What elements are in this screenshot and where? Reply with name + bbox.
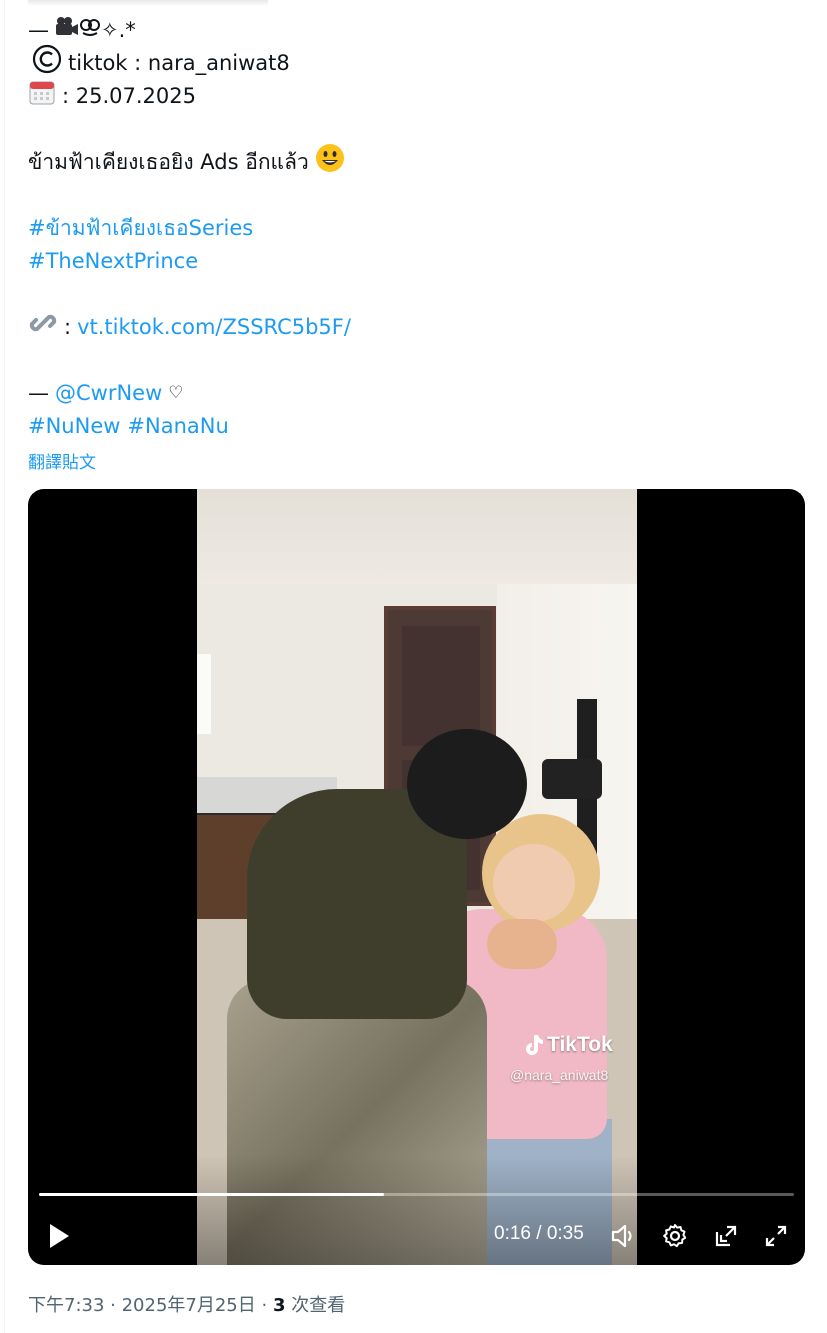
volume-button[interactable] — [609, 1220, 641, 1252]
copyright-line: tiktok : nara_aniwat8 — [28, 44, 798, 80]
post-meta: 下午7:33 · 2025年7月25日 · 3 次查看 — [28, 1291, 345, 1317]
dash: — — [28, 18, 49, 42]
credit-line: — @CwrNew ♡ — [28, 377, 798, 410]
post-timestamp[interactable]: 下午7:33 · 2025年7月25日 · — [28, 1295, 267, 1316]
mention-link[interactable]: @CwrNew — [55, 377, 162, 410]
translate-post-link[interactable]: 翻譯貼文 — [28, 448, 96, 473]
hashtag-nananu-link[interactable]: #NanaNu — [127, 410, 228, 443]
timeline-border — [4, 0, 5, 1333]
header-line: — ✧.* — [28, 14, 798, 47]
heart-text: ♡ — [168, 383, 184, 403]
picture-in-picture-button[interactable] — [710, 1220, 742, 1252]
caption-line: ข้ามฟ้าเคียงเธอยิง Ads อีกแล้ว — [28, 143, 798, 179]
time-readout: 0:16 / 0:35 — [494, 1223, 584, 1245]
hashtag-line-1: #ข้ามฟ้าเคียงเธอSeries — [28, 212, 798, 245]
settings-button[interactable] — [659, 1220, 691, 1252]
settings-icon — [663, 1224, 687, 1248]
hashtag-prince-link[interactable]: #TheNextPrince — [28, 245, 198, 278]
fullscreen-icon — [765, 1225, 787, 1247]
play-button[interactable] — [42, 1219, 76, 1253]
date-line: : 25.07.2025 — [28, 80, 798, 113]
views-count: 3 — [272, 1295, 286, 1316]
play-icon — [50, 1224, 69, 1248]
previous-content-edge — [28, 0, 268, 6]
credit-dash: — — [28, 381, 49, 405]
link-line: : vt.tiktok.com/ZSSRC5b5F/ — [28, 311, 798, 344]
progress-fill — [39, 1193, 385, 1196]
hashtag-series-link[interactable]: #ข้ามฟ้าเคียงเธอSeries — [28, 212, 253, 245]
hashtag-line-3: #NuNew #NanaNu — [28, 410, 798, 443]
views-label: 次查看 — [291, 1295, 346, 1316]
tiktok-watermark-brand: TikTok — [547, 1033, 613, 1056]
video-frame: TikTok @nara_aniwat8 — [197, 489, 637, 1265]
time-separator: / — [536, 1223, 542, 1244]
tweet-text: — ✧.* tiktok : nara_aniwat8 : 25.07.2025… — [28, 14, 798, 443]
duration: 0:35 — [546, 1223, 584, 1244]
pip-icon — [715, 1225, 737, 1247]
grinning-face-icon — [315, 143, 345, 183]
date-text: : 25.07.2025 — [62, 84, 196, 108]
link-icon — [28, 308, 58, 348]
link-prefix: : — [64, 315, 72, 339]
flower-icon — [79, 14, 101, 47]
calendar-icon — [28, 78, 56, 116]
progress-bar[interactable] — [39, 1193, 794, 1196]
current-time: 0:16 — [494, 1223, 531, 1244]
tiktok-url-link[interactable]: vt.tiktok.com/ZSSRC5b5F/ — [77, 311, 351, 344]
tiktok-watermark-handle: @nara_aniwat8 — [510, 1067, 609, 1083]
hashtag-nunew-link[interactable]: #NuNew — [28, 410, 120, 443]
sparkle-text: ✧.* — [101, 18, 136, 42]
hashtag-line-2: #TheNextPrince — [28, 245, 798, 278]
tiktok-credit: tiktok : nara_aniwat8 — [68, 51, 290, 75]
tiktok-watermark: TikTok — [523, 1033, 613, 1057]
film-camera-icon — [55, 14, 79, 47]
caption-text: ข้ามฟ้าเคียงเธอยิง Ads อีกแล้ว — [28, 150, 309, 174]
volume-icon — [611, 1224, 632, 1248]
tiktok-logo-icon — [526, 1035, 543, 1055]
video-player[interactable]: TikTok @nara_aniwat8 0:16 / 0:35 — [28, 489, 805, 1265]
fullscreen-button[interactable] — [760, 1220, 792, 1252]
